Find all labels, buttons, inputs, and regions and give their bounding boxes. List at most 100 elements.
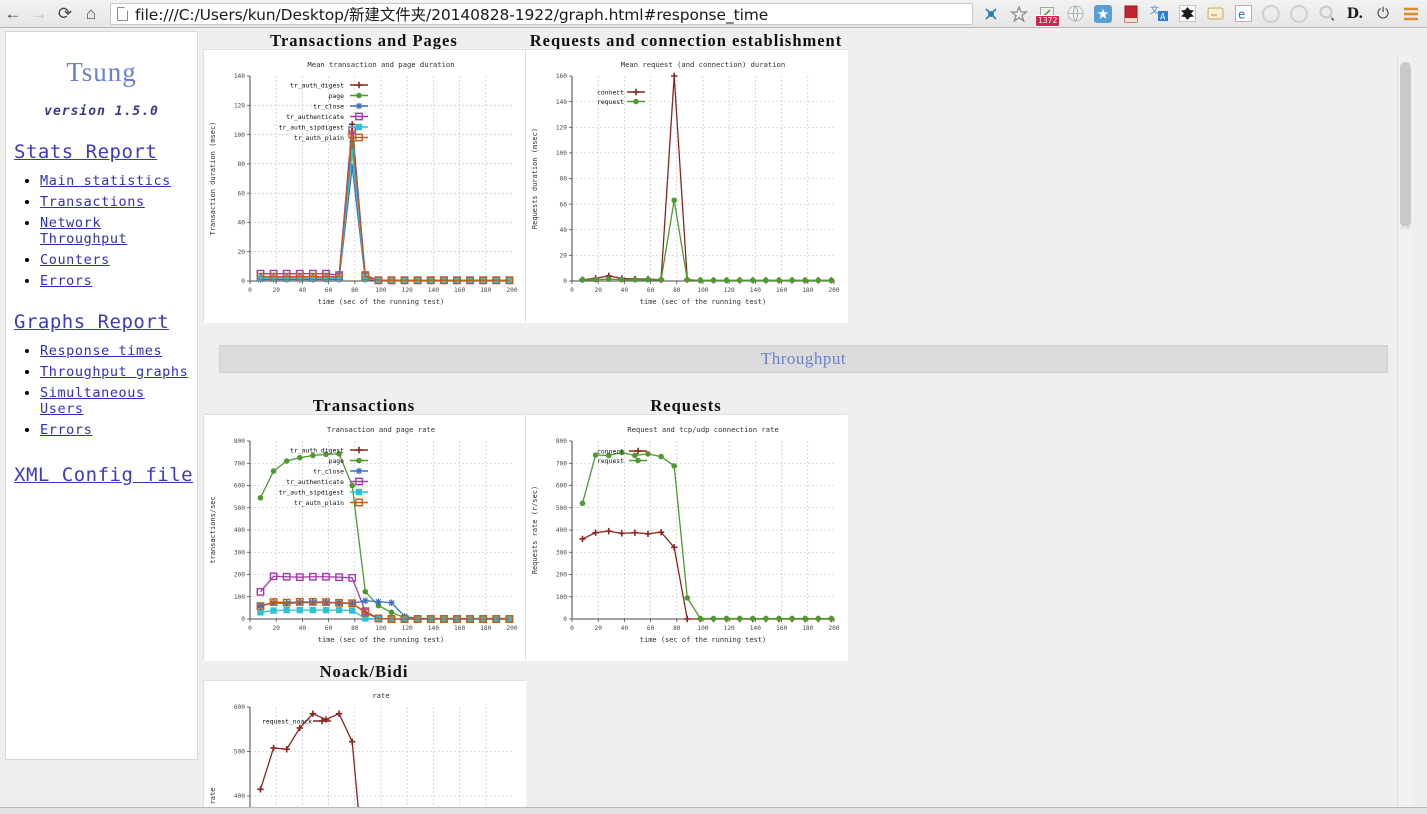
svg-text:tr_auth_sipdigest: tr_auth_sipdigest — [279, 488, 345, 496]
svg-text:60: 60 — [647, 625, 655, 632]
svg-text:160: 160 — [454, 625, 465, 632]
notes-badge-icon[interactable]: 1372 — [1034, 1, 1061, 27]
section-title-transactions: Transactions — [312, 396, 416, 415]
svg-text:40: 40 — [621, 287, 629, 294]
chart-mean-request-connection-duration[interactable]: Mean request (and connection) duration 0 2… — [525, 49, 848, 323]
list-item: Simultaneous Users — [40, 385, 197, 417]
sidebar-item-network-throughput[interactable]: Network Throughput — [40, 215, 127, 247]
svg-text:200: 200 — [556, 572, 567, 579]
svg-text:tr_close: tr_close — [313, 102, 344, 110]
svg-text:0: 0 — [563, 616, 567, 623]
sidebar-item-response-times[interactable]: Response times — [40, 343, 162, 359]
svg-text:Requests duration (msec): Requests duration (msec) — [531, 128, 539, 229]
svg-text:100: 100 — [697, 625, 708, 632]
stats-report-heading[interactable]: Stats Report — [14, 141, 197, 163]
svg-text:80: 80 — [560, 176, 568, 183]
svg-text:time (sec of the running test): time (sec of the running test) — [318, 298, 444, 306]
svg-text:200: 200 — [828, 625, 839, 632]
throughput-band-label: Throughput — [760, 349, 847, 368]
sidebar-item-errors-stats[interactable]: Errors — [40, 273, 92, 289]
svg-text:Mean request (and connection): Mean request (and connection) duration — [621, 60, 785, 69]
translate-icon[interactable] — [978, 1, 1004, 27]
list-item: Counters — [40, 252, 197, 268]
ie-browser-icon[interactable]: e — [1230, 1, 1256, 27]
svg-text:tr_auth_sipdigest: tr_auth_sipdigest — [279, 123, 345, 131]
circle-2-shape — [1290, 4, 1308, 23]
circle-icon-1[interactable] — [1258, 1, 1284, 27]
bookmark-star-icon[interactable] — [1006, 1, 1032, 27]
sidebar-item-simultaneous-users[interactable]: Simultaneous Users — [40, 385, 145, 417]
svg-text:600: 600 — [234, 704, 245, 711]
sidebar-item-transactions[interactable]: Transactions — [40, 194, 145, 210]
svg-text:time (sec of the running test): time (sec of the running test) — [640, 298, 766, 306]
translate-a-icon[interactable]: 文A — [1146, 1, 1172, 27]
section-title-requests-and-connection: Requests and connection establishment — [529, 31, 843, 50]
svg-text:200: 200 — [506, 287, 517, 294]
svg-text:200: 200 — [234, 572, 245, 579]
svg-text:800: 800 — [556, 438, 567, 445]
chart-request-connection-rate[interactable]: Request and tcp/udp connection rate 0 20 40… — [525, 414, 848, 661]
scrollbar-thumb[interactable] — [1400, 62, 1411, 227]
back-button[interactable]: ← — [0, 1, 26, 27]
status-bar — [0, 807, 1427, 814]
globe-icon[interactable] — [1062, 1, 1088, 27]
sidebar-item-throughput-graphs[interactable]: Throughput graphs — [40, 364, 188, 380]
forward-button[interactable]: → — [26, 1, 52, 27]
svg-text:300: 300 — [234, 549, 245, 556]
power-icon[interactable]: ⏻ — [1370, 1, 1396, 27]
puzzle-icon[interactable] — [1174, 1, 1200, 27]
sidebar-item-counters[interactable]: Counters — [40, 252, 110, 268]
svg-text:tr_close: tr_close — [313, 467, 344, 475]
sidebar-item-main-statistics[interactable]: Main statistics — [40, 173, 171, 189]
list-item: Errors — [40, 273, 197, 289]
svg-text:rate: rate — [209, 788, 217, 805]
search-circle-icon[interactable] — [1314, 1, 1340, 27]
menu-hamburger-icon[interactable] — [1398, 1, 1424, 27]
svg-text:0: 0 — [241, 278, 245, 285]
reload-button[interactable]: ⟳ — [52, 1, 78, 27]
svg-text:180: 180 — [480, 625, 491, 632]
svg-text:connect: connect — [597, 447, 624, 455]
graphs-report-heading[interactable]: Graphs Report — [14, 311, 197, 333]
svg-text:100: 100 — [697, 287, 708, 294]
circle-1-shape — [1262, 4, 1280, 23]
chart-noack-bidi-rate[interactable]: rate020406080100120140160180200200300400… — [203, 680, 526, 807]
svg-text:20: 20 — [238, 249, 246, 256]
svg-text:0: 0 — [248, 625, 252, 632]
list-item: Response times — [40, 343, 197, 359]
chart-mean-transaction-page-duration[interactable]: Mean transaction and page duration 0 20 40 6… — [203, 49, 526, 323]
dictionary-d-icon[interactable]: D. — [1342, 1, 1368, 27]
svg-text:160: 160 — [776, 625, 787, 632]
svg-text:0: 0 — [248, 287, 252, 294]
list-item: Errors — [40, 422, 197, 438]
section-title-transactions-and-pages: Transactions and Pages — [270, 31, 458, 50]
svg-text:0: 0 — [241, 616, 245, 623]
home-button[interactable]: ⌂ — [78, 1, 104, 27]
svg-text:40: 40 — [238, 220, 246, 227]
svg-text:160: 160 — [556, 73, 567, 80]
yellow-card-icon[interactable] — [1202, 1, 1228, 27]
svg-text:rate: rate — [372, 691, 389, 700]
red-book-icon[interactable] — [1118, 1, 1144, 27]
vertical-scrollbar[interactable] — [1397, 56, 1412, 807]
svg-text:100: 100 — [234, 132, 245, 139]
svg-text:120: 120 — [234, 102, 245, 109]
sidebar-item-errors-graphs[interactable]: Errors — [40, 422, 92, 438]
circle-icon-2[interactable] — [1286, 1, 1312, 27]
address-bar[interactable]: file:///C:/Users/kun/Desktop/新建文件夹/20140… — [110, 2, 973, 25]
svg-text:100: 100 — [234, 594, 245, 601]
svg-text:100: 100 — [375, 287, 386, 294]
svg-text:80: 80 — [351, 625, 359, 632]
svg-text:Transaction duration (msec): Transaction duration (msec) — [209, 122, 217, 236]
svg-text:20: 20 — [560, 253, 568, 260]
svg-text:tr_auth_digest: tr_auth_digest — [290, 446, 344, 454]
svg-text:80: 80 — [673, 287, 681, 294]
sidebar: Tsung version 1.5.0 Stats Report Main st… — [5, 31, 198, 760]
svg-text:A: A — [1160, 13, 1166, 23]
chart-transaction-page-rate[interactable]: Transaction and page rate 0 20 40 60 80 100 120… — [203, 414, 526, 661]
chart-svg-1: Mean transaction and page duration 0 20 40 6… — [204, 50, 526, 323]
xml-config-file-link[interactable]: XML Config file — [14, 464, 197, 486]
svg-text:180: 180 — [480, 287, 491, 294]
blue-star-icon[interactable]: ★ — [1090, 1, 1116, 27]
svg-text:140: 140 — [428, 287, 439, 294]
